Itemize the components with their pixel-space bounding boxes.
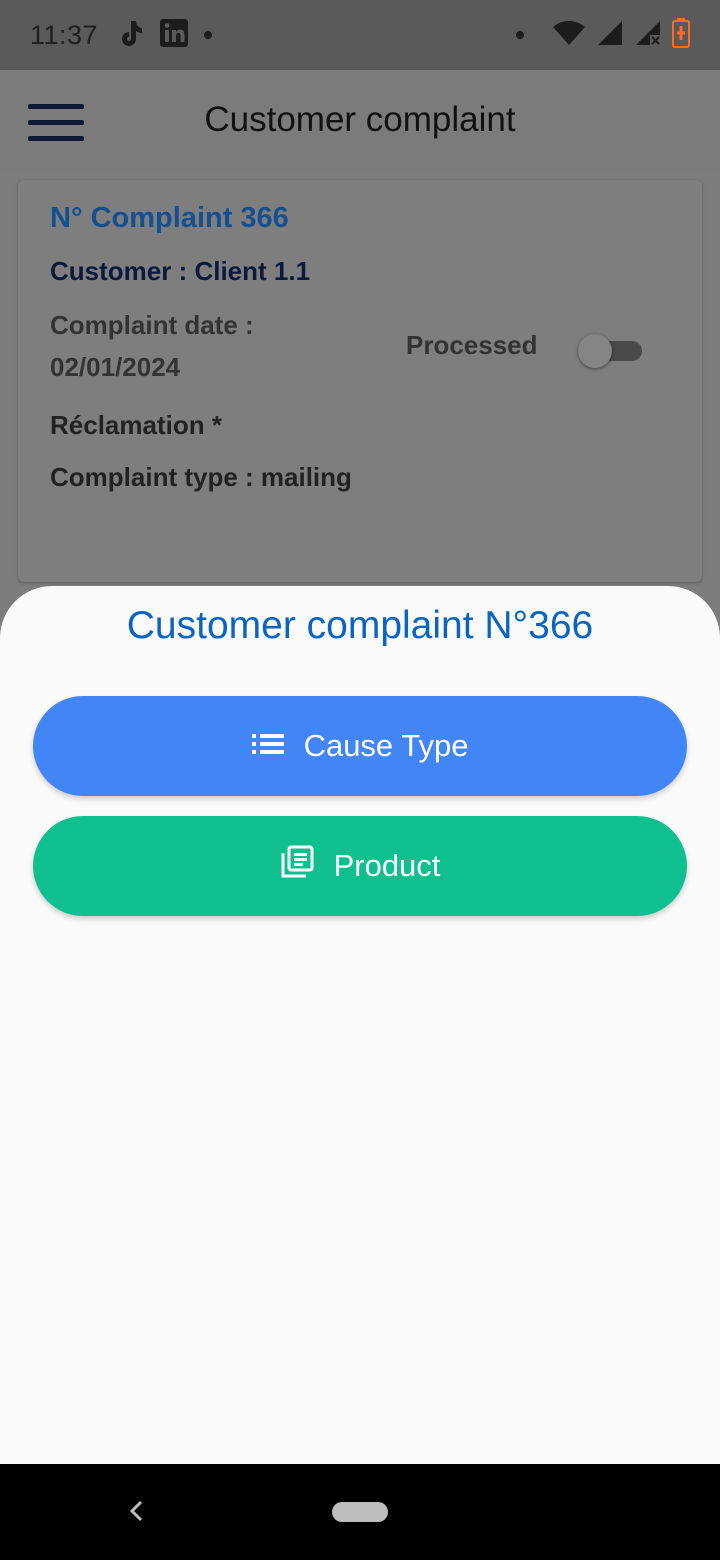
screen: 11:37 4 Customer complaint N° Complaint …: [0, 0, 720, 1560]
toggle-thumb: [578, 334, 612, 368]
status-right-icons: 4: [516, 17, 690, 53]
signal-icon: [596, 19, 624, 52]
nav-bar: [0, 1464, 720, 1560]
bottom-sheet: Customer complaint N°366 Cause Type Prod…: [0, 586, 720, 1464]
page-title: Customer complaint: [204, 100, 516, 139]
status-bar: 11:37 4: [0, 0, 720, 70]
complaint-date-label: Complaint date :: [50, 310, 254, 340]
product-label: Product: [333, 848, 441, 883]
dot-icon: [516, 31, 524, 39]
signal-no-data-icon: [634, 19, 662, 52]
complaint-type-label: Complaint type : mailing: [50, 462, 352, 492]
complaint-number: N° Complaint 366: [50, 202, 289, 234]
processed-toggle[interactable]: [578, 334, 642, 368]
product-button[interactable]: Product: [33, 816, 687, 916]
notification-dot-icon: [204, 31, 213, 39]
app-bar: Customer complaint: [0, 70, 720, 170]
list-icon: [251, 728, 284, 764]
status-left-icons: [118, 18, 213, 52]
processed-label: Processed: [406, 330, 538, 360]
linkedin-icon: [160, 18, 189, 52]
wifi-badge: 4: [581, 35, 588, 50]
customer-label: Customer : Client 1.1: [50, 256, 311, 286]
tiktok-icon: [118, 19, 144, 52]
complaint-card[interactable]: N° Complaint 366 Customer : Client 1.1 C…: [18, 180, 702, 582]
complaint-date-value: 02/01/2024: [50, 352, 181, 382]
library-books-icon: [280, 845, 314, 887]
wifi-icon: 4: [552, 19, 588, 52]
sheet-title: Customer complaint N°366: [126, 604, 594, 647]
battery-charging-icon: [672, 17, 690, 53]
status-time: 11:37: [30, 19, 99, 50]
reclamation-label: Réclamation *: [50, 410, 222, 440]
cause-type-button[interactable]: Cause Type: [33, 696, 687, 796]
home-pill-icon[interactable]: [332, 1502, 388, 1522]
cause-type-label: Cause Type: [303, 728, 469, 763]
back-chevron-icon[interactable]: [122, 1496, 152, 1526]
